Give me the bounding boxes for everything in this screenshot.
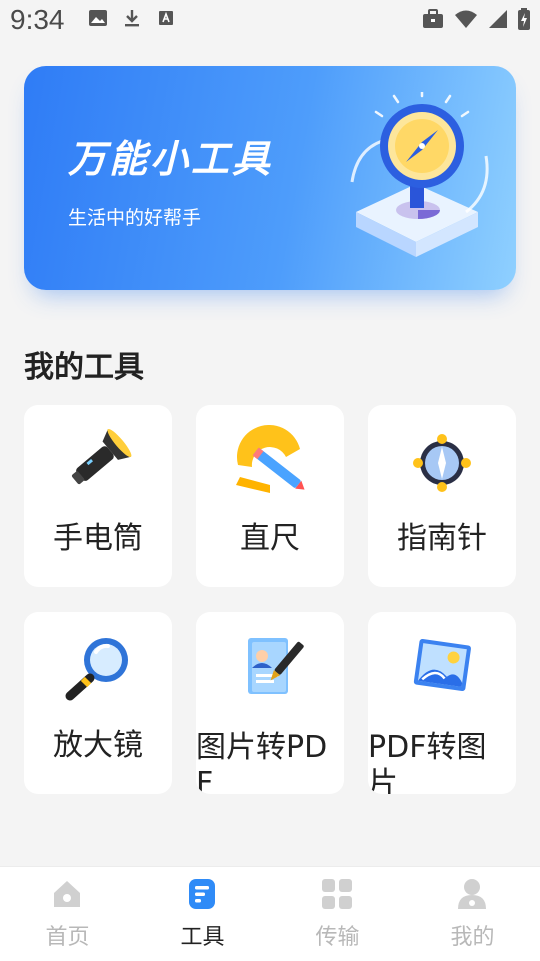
tool-card-magnifier[interactable]: 放大镜 <box>24 612 172 794</box>
image-icon <box>89 10 107 26</box>
briefcase-icon <box>423 9 443 28</box>
status-system-icons <box>422 8 530 30</box>
tab-label: 首页 <box>45 925 90 950</box>
tool-card-ruler[interactable]: 直尺 <box>196 405 344 587</box>
tab-label: 我的 <box>450 925 495 950</box>
status-time: 9:34 <box>10 4 65 35</box>
tab-home[interactable]: 首页 <box>0 867 135 961</box>
tools-icon <box>189 879 215 909</box>
tool-label: 指南针 <box>397 521 487 556</box>
text-icon <box>159 11 173 25</box>
grid-icon <box>322 879 352 909</box>
bottom-tab-bar: 首页 工具 传输 我的 <box>0 866 540 961</box>
tool-label: PDF转图片 <box>368 730 487 794</box>
home-icon <box>54 881 80 907</box>
compass-icon <box>413 434 471 492</box>
tool-label: 手电筒 <box>53 521 143 556</box>
wifi-icon <box>455 10 477 28</box>
compass-illustration-icon <box>350 92 489 257</box>
pdf-to-image-icon <box>413 639 471 692</box>
tool-label: 放大镜 <box>53 728 143 763</box>
section-title: 我的工具 <box>24 350 144 385</box>
status-notification-icons <box>88 8 176 28</box>
signal-icon <box>489 10 507 28</box>
tool-label: 直尺 <box>240 521 300 556</box>
tool-card-image-to-pdf[interactable]: 图片转PDF <box>196 612 344 794</box>
flashlight-icon <box>71 428 132 485</box>
banner-title: 万能小工具 <box>68 137 274 181</box>
tab-transfer[interactable]: 传输 <box>270 867 405 961</box>
promo-banner[interactable]: 万能小工具 生活中的好帮手 <box>24 66 516 290</box>
tool-label: 图片转PDF <box>196 730 328 794</box>
download-icon <box>125 10 139 27</box>
status-bar: 9:34 <box>0 0 540 40</box>
tool-card-compass[interactable]: 指南针 <box>368 405 516 587</box>
magnifier-icon <box>65 638 128 701</box>
banner-subtitle: 生活中的好帮手 <box>68 208 202 229</box>
tool-card-pdf-to-image[interactable]: PDF转图片 <box>368 612 516 794</box>
tab-tools[interactable]: 工具 <box>135 867 270 961</box>
tab-label: 工具 <box>180 925 225 950</box>
ruler-icon <box>236 425 305 493</box>
tab-profile[interactable]: 我的 <box>405 867 540 961</box>
tool-card-flashlight[interactable]: 手电筒 <box>24 405 172 587</box>
user-icon <box>458 879 486 909</box>
image-to-pdf-icon <box>248 638 304 694</box>
battery-icon <box>518 8 530 30</box>
tab-label: 传输 <box>315 925 360 950</box>
